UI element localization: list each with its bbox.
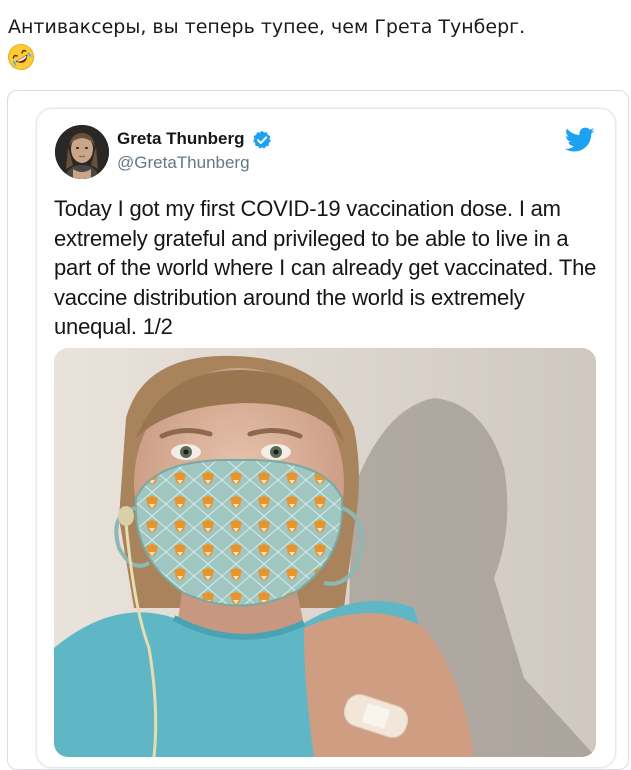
- avatar[interactable]: [55, 125, 109, 179]
- selfie-photo-illustration: [54, 348, 596, 757]
- twitter-bird-icon[interactable]: [565, 127, 595, 153]
- verified-badge-icon: [253, 130, 271, 149]
- rolling-laughing-emoji-icon: [7, 44, 34, 70]
- tweet-photo[interactable]: [54, 348, 596, 757]
- tweet-body-text: Today I got my first COVID-19 vaccinatio…: [54, 196, 597, 339]
- author-display-name[interactable]: Greta Thunberg: [117, 129, 245, 149]
- post-text: Антиваксеры, вы теперь тупее, чем Грета …: [8, 16, 526, 38]
- avatar-photo: [55, 125, 109, 179]
- author-handle[interactable]: @GretaThunberg: [117, 153, 250, 173]
